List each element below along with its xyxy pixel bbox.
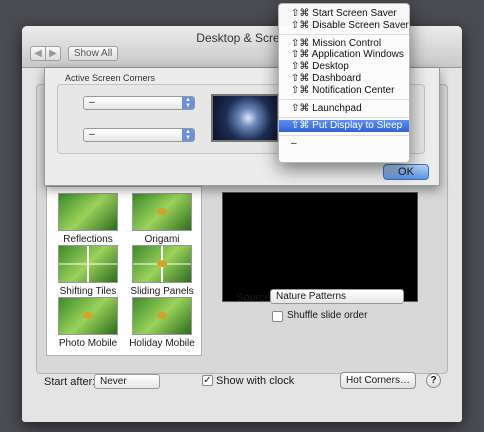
select-arrows-icon: ▲ ▼	[182, 129, 194, 141]
menu-item-launchpad[interactable]: ⇧⌘ Launchpad	[279, 103, 409, 115]
screen-saver-preview	[222, 192, 418, 302]
menu-item-application-windows[interactable]: ⇧⌘ Application Windows	[279, 49, 409, 61]
menu-item-desktop[interactable]: ⇧⌘ Desktop	[279, 61, 409, 73]
module-label: Shifting Tiles	[59, 286, 117, 297]
module-origami[interactable]: Origami	[129, 193, 195, 245]
source-select[interactable]: Nature Patterns	[270, 289, 404, 304]
bottom-left-corner-select[interactable]: – ▲ ▼	[83, 128, 195, 142]
menu-item-none[interactable]: –	[279, 138, 409, 150]
shifting-tiles-thumbnail	[58, 245, 118, 283]
menu-item-put-display-to-sleep[interactable]: ⇧⌘ Put Display to Sleep	[279, 120, 409, 133]
show-all-button[interactable]: Show All	[68, 46, 118, 61]
menu-item-disable-screen-saver[interactable]: ⇧⌘ Disable Screen Saver	[279, 20, 409, 32]
menu-item-dashboard[interactable]: ⇧⌘ Dashboard	[279, 73, 409, 85]
bottom-left-corner-value: –	[89, 129, 95, 140]
screen-saver-module-list[interactable]: Reflections Origami Shifting Tiles Slidi…	[46, 186, 202, 356]
module-label: Reflections	[63, 234, 113, 245]
module-label: Origami	[144, 234, 180, 245]
source-label: Source:	[236, 292, 274, 304]
shuffle-checkbox[interactable]	[272, 311, 283, 322]
module-sliding-panels[interactable]: Sliding Panels	[129, 245, 195, 297]
menu-item-mission-control[interactable]: ⇧⌘ Mission Control	[279, 38, 409, 50]
start-after-select[interactable]: Never	[94, 374, 160, 389]
ok-button[interactable]: OK	[383, 164, 429, 180]
help-button[interactable]: ?	[426, 373, 441, 388]
show-clock-label: Show with clock	[216, 375, 295, 387]
bottom-bar: Start after: Never ✓ Show with clock Hot…	[22, 366, 462, 422]
module-label: Sliding Panels	[130, 286, 194, 297]
module-label: Photo Mobile	[58, 338, 118, 349]
show-clock-checkbox[interactable]: ✓	[202, 375, 213, 386]
menu-item-notification-center[interactable]: ⇧⌘ Notification Center	[279, 85, 409, 97]
module-photo-mobile[interactable]: Photo Mobile	[55, 297, 121, 349]
photo-mobile-thumbnail	[58, 297, 118, 335]
corner-action-menu[interactable]: ⇧⌘ Start Screen Saver ⇧⌘ Disable Screen …	[278, 3, 410, 163]
forward-button[interactable]: ▶	[45, 46, 61, 61]
start-after-label: Start after:	[44, 376, 96, 388]
module-holiday-mobile[interactable]: Holiday Mobile	[129, 297, 195, 349]
reflections-thumbnail	[58, 193, 118, 231]
module-label: Holiday Mobile	[129, 338, 195, 349]
module-shifting-tiles[interactable]: Shifting Tiles	[55, 245, 121, 297]
menu-item-start-screen-saver[interactable]: ⇧⌘ Start Screen Saver	[279, 8, 409, 20]
sheet-title: Active Screen Corners	[65, 73, 156, 83]
top-left-corner-select[interactable]: – ▲ ▼	[83, 96, 195, 110]
back-button[interactable]: ◀	[30, 46, 46, 61]
shuffle-label: Shuffle slide order	[287, 310, 368, 321]
sliding-panels-thumbnail	[132, 245, 192, 283]
desktop-preview-image	[211, 94, 279, 142]
select-arrows-icon: ▲ ▼	[182, 97, 194, 109]
module-reflections[interactable]: Reflections	[55, 193, 121, 245]
origami-thumbnail	[132, 193, 192, 231]
hot-corners-button[interactable]: Hot Corners…	[340, 372, 416, 389]
holiday-mobile-thumbnail	[132, 297, 192, 335]
top-left-corner-value: –	[89, 97, 95, 108]
